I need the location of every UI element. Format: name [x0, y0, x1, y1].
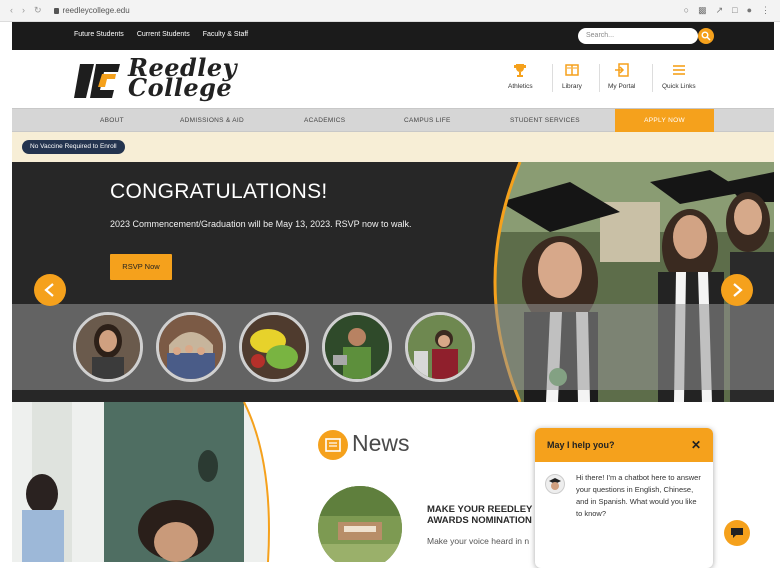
- chat-bubble-icon: [731, 528, 743, 538]
- more-icon[interactable]: ⋮: [761, 5, 770, 16]
- chatbot-avatar: [545, 474, 565, 494]
- future-students-link[interactable]: Future Students: [74, 31, 124, 38]
- search-input[interactable]: Search...: [578, 28, 698, 44]
- quick-link-portal[interactable]: My Portal: [608, 62, 635, 90]
- chevron-left-icon: [44, 283, 54, 297]
- top-bar: Future Students Current Students Faculty…: [12, 22, 774, 50]
- portal-icon: [614, 63, 629, 77]
- quick-link-athletics[interactable]: Athletics: [508, 62, 533, 90]
- audience-links: Future Students Current Students Faculty…: [74, 31, 248, 38]
- hero-title: CONGRATULATIONS!: [110, 180, 328, 203]
- browser-toolbar: ‹ › ↻ reedleycollege.edu ○ ▩ ↗ □ ● ⋮: [0, 0, 780, 22]
- news-icon: [318, 430, 348, 460]
- quick-link-divider: [652, 64, 653, 92]
- carousel-thumb-outdoor[interactable]: [405, 312, 475, 382]
- carousel-thumb-student[interactable]: [73, 312, 143, 382]
- faculty-staff-link[interactable]: Faculty & Staff: [203, 31, 248, 38]
- address-bar-url: reedleycollege.edu: [62, 6, 130, 15]
- quick-link-divider: [599, 64, 600, 92]
- nav-item-student-services[interactable]: STUDENT SERVICES: [510, 117, 580, 124]
- carousel-thumb-produce[interactable]: [239, 312, 309, 382]
- profile-icon[interactable]: ●: [747, 5, 752, 16]
- vaccine-alert-pill[interactable]: No Vaccine Required to Enroll: [22, 140, 125, 154]
- chatbot-message: Hi there! I'm a chatbot here to answer y…: [576, 473, 701, 518]
- carousel-thumb-instructor[interactable]: [322, 312, 392, 382]
- news-heading: News: [352, 430, 410, 456]
- carousel-thumb-group[interactable]: [156, 312, 226, 382]
- menu-icon: [672, 65, 685, 75]
- close-icon[interactable]: ✕: [691, 438, 701, 452]
- share-icon[interactable]: ↗: [716, 5, 724, 16]
- college-logo[interactable]: Reedley College: [74, 56, 244, 102]
- address-bar[interactable]: reedleycollege.edu: [53, 6, 130, 15]
- chat-toggle-button[interactable]: [724, 520, 750, 546]
- forward-icon[interactable]: ›: [22, 5, 25, 16]
- logo-mark-icon: [74, 64, 120, 98]
- search-icon: [701, 31, 711, 41]
- hero-banner: CONGRATULATIONS! 2023 Commencement/Gradu…: [12, 162, 774, 402]
- back-icon[interactable]: ‹: [10, 5, 13, 16]
- students-photo: [12, 402, 282, 562]
- site-header: Reedley College Athletics Library My Por…: [12, 50, 774, 108]
- nav-item-academics[interactable]: ACADEMICS: [304, 117, 345, 124]
- browser-actions: ○ ▩ ↗ □ ● ⋮: [684, 5, 770, 16]
- rsvp-now-button[interactable]: RSVP Now: [110, 254, 172, 280]
- reload-icon[interactable]: ↻: [34, 5, 42, 16]
- logo-line-2: College: [128, 73, 233, 102]
- hero-subtitle: 2023 Commencement/Graduation will be May…: [110, 219, 412, 229]
- quick-link-divider: [552, 64, 553, 92]
- search-button[interactable]: [698, 28, 714, 44]
- chevron-right-icon: [733, 283, 743, 297]
- news-thumbnail[interactable]: [318, 486, 402, 562]
- alert-bar: No Vaccine Required to Enroll: [12, 132, 774, 162]
- nav-item-about[interactable]: ABOUT: [100, 117, 124, 124]
- extensions-icon[interactable]: ▩: [698, 5, 707, 16]
- tabs-icon[interactable]: □: [732, 5, 737, 16]
- library-icon: [565, 64, 579, 76]
- nav-item-admissions[interactable]: ADMISSIONS & AID: [180, 117, 244, 124]
- chatbot-panel: May I help you? ✕ Hi there! I'm a chatbo…: [535, 428, 713, 568]
- quick-link-menu[interactable]: Quick Links: [662, 62, 696, 90]
- download-icon[interactable]: ○: [684, 5, 689, 16]
- main-navigation: ABOUT ADMISSIONS & AID ACADEMICS CAMPUS …: [12, 108, 774, 133]
- trophy-icon: [514, 64, 527, 77]
- carousel-prev-button[interactable]: [34, 274, 66, 306]
- chatbot-header: May I help you? ✕: [535, 428, 713, 462]
- quick-link-library[interactable]: Library: [562, 62, 582, 90]
- carousel-next-button[interactable]: [721, 274, 753, 306]
- nav-item-campus-life[interactable]: CAMPUS LIFE: [404, 117, 451, 124]
- lock-icon: [53, 7, 59, 14]
- chatbot-title: May I help you?: [547, 440, 615, 450]
- browser-nav: ‹ › ↻: [10, 5, 42, 16]
- logo-wordmark: Reedley College: [128, 56, 237, 102]
- current-students-link[interactable]: Current Students: [137, 31, 190, 38]
- apply-now-button[interactable]: APPLY NOW: [615, 109, 714, 133]
